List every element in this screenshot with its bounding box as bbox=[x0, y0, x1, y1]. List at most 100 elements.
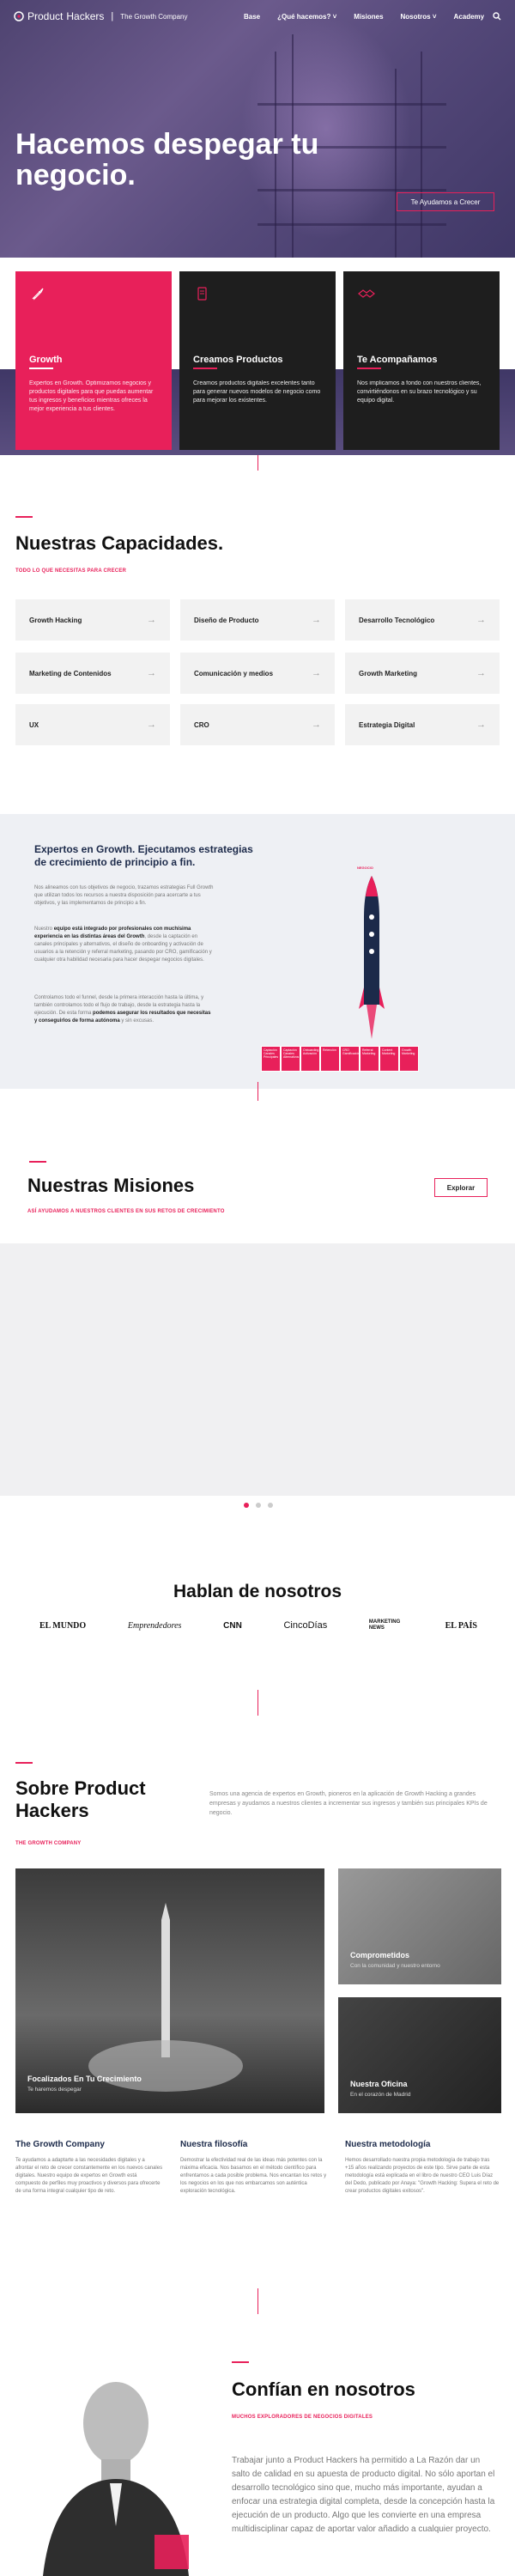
col-filosofia-title: Nuestra filosofía bbox=[180, 2140, 248, 2149]
carousel-dot[interactable] bbox=[256, 1503, 261, 1508]
person-portrait-icon bbox=[43, 2382, 189, 2576]
press-logos: EL MUNDO Emprendedores CNN CincoDías MAR… bbox=[39, 1619, 477, 1631]
expertos-p3: Controlamos todo el funnel, desde la pri… bbox=[34, 995, 211, 1024]
capability-growth-hacking[interactable]: Growth Hacking → bbox=[15, 599, 170, 641]
misiones-subtitle: ASÍ AYUDAMOS A NUESTROS CLIENTES EN SUS … bbox=[27, 1209, 225, 1214]
nav-item-academy[interactable]: Academy bbox=[454, 13, 485, 21]
section-dash bbox=[232, 2361, 249, 2363]
table-cell: Growth Marketing bbox=[399, 1046, 419, 1072]
growth-areas-table: Captación Canales Principales Captación … bbox=[261, 1046, 419, 1072]
card-acompanamos-title: Te Acompañamos bbox=[357, 355, 438, 365]
misiones-title: Nuestras Misiones bbox=[27, 1175, 195, 1196]
capability-marketing-contenidos[interactable]: Marketing de Contenidos → bbox=[15, 653, 170, 694]
press-logo-elpais: EL PAÍS bbox=[445, 1620, 477, 1631]
hero-cta-button[interactable]: Te Ayudamos a Crecer bbox=[397, 192, 494, 211]
rocket-graphic-icon bbox=[359, 876, 385, 1039]
capability-growth-marketing[interactable]: Growth Marketing → bbox=[345, 653, 500, 694]
photo-oficina-title: Nuestra Oficina bbox=[350, 2080, 408, 2088]
card-productos[interactable]: Creamos Productos Creamos productos digi… bbox=[179, 271, 336, 450]
sobre-subtitle: THE GROWTH COMPANY bbox=[15, 1841, 82, 1846]
arrow-right-icon: → bbox=[312, 668, 321, 678]
testimonial-quote: Trabajar junto a Product Hackers ha perm… bbox=[232, 2456, 495, 2534]
table-cell: Captación Canales Principales bbox=[261, 1046, 281, 1072]
logo-tagline: The Growth Company bbox=[120, 12, 188, 21]
arrow-right-icon: → bbox=[476, 668, 486, 678]
card-productos-text: Creamos productos digitales excelentes t… bbox=[193, 380, 321, 404]
card-productos-title: Creamos Productos bbox=[193, 355, 283, 365]
handshake-icon bbox=[358, 289, 375, 298]
photo-comprometidos-sub: Con la comunidad y nuestro entorno bbox=[350, 1963, 440, 1969]
nav-item-base[interactable]: Base bbox=[244, 13, 260, 21]
capability-estrategia-digital[interactable]: Estrategia Digital → bbox=[345, 704, 500, 745]
capability-cro[interactable]: CRO → bbox=[180, 704, 335, 745]
section-dash bbox=[15, 1762, 33, 1764]
arrow-right-icon: → bbox=[312, 615, 321, 625]
press-logo-cnn: CNN bbox=[223, 1620, 242, 1631]
table-cell: Content Marketing bbox=[379, 1046, 399, 1072]
arrow-right-icon: → bbox=[476, 615, 486, 625]
sobre-title: Sobre Product Hackers bbox=[15, 1777, 146, 1821]
arrow-right-icon: → bbox=[147, 720, 156, 730]
arrow-right-icon: → bbox=[147, 668, 156, 678]
logo-icon bbox=[14, 11, 24, 21]
rocket-icon bbox=[32, 288, 44, 301]
capability-ux[interactable]: UX → bbox=[15, 704, 170, 745]
col-growth-company-text: Te ayudamos a adaptarte a las necesidade… bbox=[15, 2158, 163, 2194]
section-dash bbox=[29, 1161, 46, 1163]
section-dash bbox=[15, 516, 33, 518]
expertos-p1: Nos alineamos con tus objetivos de negoc… bbox=[34, 885, 214, 906]
carousel-dots bbox=[244, 1503, 273, 1508]
testimonial-photo bbox=[26, 2363, 206, 2576]
rocket-illustration bbox=[359, 867, 385, 1043]
confian-subtitle: MUCHOS EXPLORADORES DE NEGOCIOS DIGITALE… bbox=[232, 2415, 373, 2420]
explorar-button[interactable]: Explorar bbox=[434, 1178, 488, 1197]
press-logo-emprendedores: Emprendedores bbox=[127, 1620, 182, 1631]
card-growth[interactable]: Growth Expertos en Growth. Optimizamos n… bbox=[15, 271, 172, 450]
photo-focalizados-title: Focalizados En Tu Crecimiento bbox=[27, 2075, 142, 2083]
press-logo-cincodias: CincoDías bbox=[283, 1620, 328, 1631]
hero-title: Hacemos despegar tu negocio. bbox=[15, 128, 319, 191]
capacidades-subtitle: TODO LO QUE NECESITAS PARA CRECER bbox=[15, 568, 127, 574]
nav-menu: Base ¿Qué hacemos? ˅ Misiones Nosotros ˅… bbox=[244, 13, 484, 21]
table-cell: Referral Marketing bbox=[360, 1046, 379, 1072]
expertos-p2: Nuestro equipo está integrado por profes… bbox=[34, 927, 212, 963]
press-logo-marketing-news: MARKETING NEWS bbox=[368, 1619, 401, 1631]
nav-item-misiones[interactable]: Misiones bbox=[354, 13, 383, 21]
arrow-right-icon: → bbox=[147, 615, 156, 625]
col-metodologia-title: Nuestra metodología bbox=[345, 2140, 431, 2149]
table-cell: Captación Canales Alternativos bbox=[281, 1046, 300, 1072]
logo-text-b: Hackers bbox=[66, 10, 105, 22]
search-icon[interactable] bbox=[493, 12, 501, 21]
capability-comunicacion[interactable]: Comunicación y medios → bbox=[180, 653, 335, 694]
capability-diseno-producto[interactable]: Diseño de Producto → bbox=[180, 599, 335, 641]
table-cell: Retención bbox=[320, 1046, 340, 1072]
capability-desarrollo-tecnologico[interactable]: Desarrollo Tecnológico → bbox=[345, 599, 500, 641]
photo-focalizados-sub: Te haremos despegar bbox=[27, 2087, 82, 2093]
rocket-label: NEGOCIO bbox=[357, 866, 373, 870]
top-navigation: Product Hackers | The Growth Company Bas… bbox=[0, 0, 515, 34]
col-filosofia-text: Demostrar la efectividad real de las ide… bbox=[180, 2158, 327, 2194]
nav-item-nosotros[interactable]: Nosotros ˅ bbox=[401, 13, 437, 21]
photo-comprometidos-title: Comprometidos bbox=[350, 1951, 410, 1959]
misiones-carousel[interactable] bbox=[0, 1243, 515, 1496]
sobre-intro: Somos una agencia de expertos en Growth,… bbox=[209, 1791, 488, 1816]
nav-item-que-hacemos[interactable]: ¿Qué hacemos? ˅ bbox=[277, 13, 336, 21]
table-cell: Onboarding Activación bbox=[300, 1046, 320, 1072]
col-metodologia-text: Hemos desarrollado nuestra propia metodo… bbox=[345, 2158, 500, 2194]
mobile-icon bbox=[197, 287, 207, 301]
card-acompanamos[interactable]: Te Acompañamos Nos implicamos a fondo co… bbox=[343, 271, 500, 450]
photo-oficina[interactable]: Nuestra Oficina En el corazón de Madrid bbox=[338, 1997, 501, 2113]
expertos-title: Expertos en Growth. Ejecutamos estrategi… bbox=[34, 843, 253, 868]
photo-comprometidos[interactable]: Comprometidos Con la comunidad y nuestro… bbox=[338, 1868, 501, 1984]
press-logo-elmundo: EL MUNDO bbox=[39, 1620, 87, 1631]
col-growth-company-title: The Growth Company bbox=[15, 2140, 105, 2149]
photo-oficina-sub: En el corazón de Madrid bbox=[350, 2092, 411, 2098]
photo-focalizados[interactable]: Focalizados En Tu Crecimiento Te haremos… bbox=[15, 1868, 324, 2113]
card-growth-text: Expertos en Growth. Optimizamos negocios… bbox=[29, 380, 154, 412]
logo-text-a: Product bbox=[27, 10, 64, 22]
logo[interactable]: Product Hackers | The Growth Company bbox=[14, 10, 188, 22]
card-acompanamos-text: Nos implicamos a fondo con nuestros clie… bbox=[357, 380, 482, 404]
carousel-dot-active[interactable] bbox=[244, 1503, 249, 1508]
carousel-dot[interactable] bbox=[268, 1503, 273, 1508]
arrow-right-icon: → bbox=[312, 720, 321, 730]
